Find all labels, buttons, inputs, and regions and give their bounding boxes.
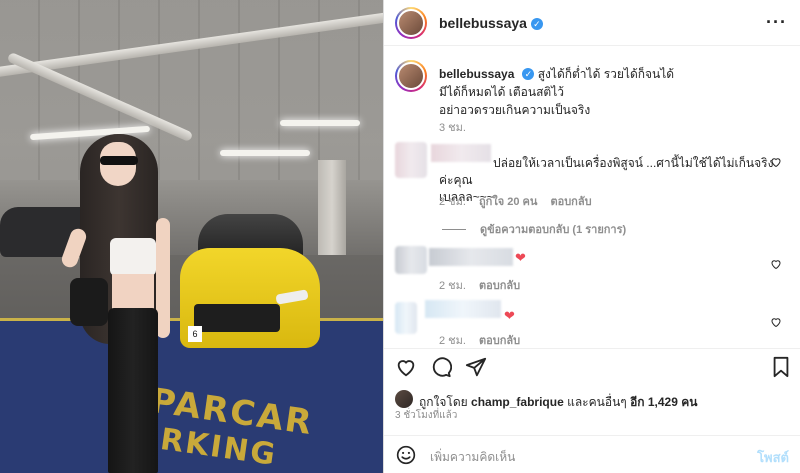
comment-like-heart-icon[interactable] [770, 156, 782, 171]
commenter-avatar-blurred[interactable] [395, 246, 427, 274]
commenter-name-blurred[interactable] [425, 300, 501, 318]
red-heart-emoji: ❤ [515, 250, 526, 265]
like-heart-icon[interactable] [394, 355, 418, 379]
comment-time[interactable]: 2 ชม. [439, 335, 466, 347]
handbag [70, 278, 108, 326]
post-photo[interactable]: PARCAR RKING 6 [0, 0, 383, 473]
comment-likes[interactable]: ถูกใจ 20 คน [479, 196, 537, 208]
comment-bubble-icon[interactable] [429, 355, 453, 379]
post-header: bellebussaya ✓ ··· [384, 0, 800, 46]
replies-divider [442, 229, 466, 230]
comment-meta: 2 ชม. ตอบกลับ [439, 276, 520, 294]
commenter-name-blurred[interactable] [429, 248, 513, 266]
ceiling-light [280, 120, 360, 126]
white-crop-top [110, 238, 156, 276]
caption-avatar[interactable] [395, 60, 427, 92]
emoji-picker-icon[interactable] [396, 445, 416, 470]
header-avatar[interactable] [395, 7, 427, 39]
comment-item: ❤ 2 ชม. ตอบกลับ [395, 246, 790, 294]
comment-meta: 2 ชม. ถูกใจ 20 คน ตอบกลับ [439, 192, 592, 210]
reply-button[interactable]: ตอบกลับ [479, 280, 520, 292]
reply-button[interactable]: ตอบกลับ [550, 196, 591, 208]
verified-badge-icon: ✓ [530, 18, 543, 30]
sunglasses [100, 156, 138, 165]
liked-by-prefix: ถูกใจโดย [419, 395, 468, 409]
comment-like-heart-icon[interactable] [770, 316, 782, 331]
arm-right [156, 218, 170, 338]
liked-by-text: ถูกใจโดย champ_fabrique และคนอื่นๆ อีก 1… [419, 393, 697, 412]
commenter-avatar-blurred[interactable] [395, 142, 427, 178]
post-age[interactable]: 3 ชั่วโมงที่แล้ว [395, 408, 457, 423]
commenter-avatar-blurred[interactable] [395, 302, 417, 334]
post-side-panel: bellebussaya ✓ ··· bellebussaya ✓ สูงได้ก็… [383, 0, 800, 473]
comment-item: ปล่อยให้เวลาเป็นเครื่องพิสูจน์ ...ศานี้ไ… [395, 142, 790, 212]
ceiling-light [220, 150, 310, 156]
black-leggings [108, 308, 158, 473]
caption-line-1: สูงได้ก็ต่ำได้ รวยได้ก็จนได้ [537, 67, 675, 81]
share-send-icon[interactable] [464, 355, 488, 379]
caption-line-3: อย่าอวดรวยเกินความเป็นจริง [439, 103, 591, 117]
caption-line-2: มีได้ก็หมดได้ เตือนสติไว้ [439, 85, 564, 99]
comment-text-line1: ปล่อยให้เวลาเป็นเครื่องพิสูจน์ ...ศานี้ไ… [439, 156, 774, 187]
liker-avatar[interactable] [395, 390, 413, 408]
username-text[interactable]: bellebussaya [439, 15, 527, 31]
view-replies-button[interactable]: ดูข้อความตอบกลับ (1 รายการ) [442, 220, 626, 238]
comment-item: ❤ 2 ชม. ตอบกลับ [395, 298, 790, 349]
liked-by-others[interactable]: และคนอื่นๆ [567, 395, 627, 409]
comment-time[interactable]: 2 ชม. [439, 196, 466, 208]
comment-input[interactable]: เพิ่มความคิดเห็น [430, 448, 515, 467]
caption-username[interactable]: bellebussaya [439, 67, 514, 81]
liked-by-count[interactable]: อีก 1,429 คน [630, 395, 697, 409]
caption-time[interactable]: 3 ชม. [439, 118, 466, 136]
yellow-mustang: 6 [180, 212, 320, 362]
more-options-icon[interactable]: ··· [766, 12, 787, 33]
caption-text: bellebussaya ✓ สูงได้ก็ต่ำได้ รวยได้ก็จนไ… [439, 65, 779, 119]
comment-like-heart-icon[interactable] [770, 258, 782, 273]
car-grille [194, 304, 280, 332]
view-replies-text[interactable]: ดูข้อความตอบกลับ (1 รายการ) [480, 224, 626, 236]
reply-button[interactable]: ตอบกลับ [479, 335, 520, 347]
concrete-pillar [318, 160, 346, 270]
comment-time[interactable]: 2 ชม. [439, 280, 466, 292]
comment-meta: 2 ชม. ตอบกลับ [439, 331, 520, 349]
instagram-post-view: PARCAR RKING 6 bellebussaya ✓ ··· belleb… [0, 0, 800, 473]
add-comment-bar: เพิ่มความคิดเห็น โพสต์ [384, 435, 800, 473]
post-comment-button[interactable]: โพสต์ [757, 447, 789, 468]
liked-by-user[interactable]: champ_fabrique [471, 395, 564, 409]
save-bookmark-icon[interactable] [769, 355, 793, 379]
header-username[interactable]: bellebussaya ✓ [439, 15, 543, 31]
action-bar [384, 348, 800, 384]
verified-badge-icon: ✓ [522, 68, 535, 80]
midriff [112, 274, 154, 310]
red-heart-emoji: ❤ [504, 308, 515, 323]
woman-figure [59, 128, 200, 473]
